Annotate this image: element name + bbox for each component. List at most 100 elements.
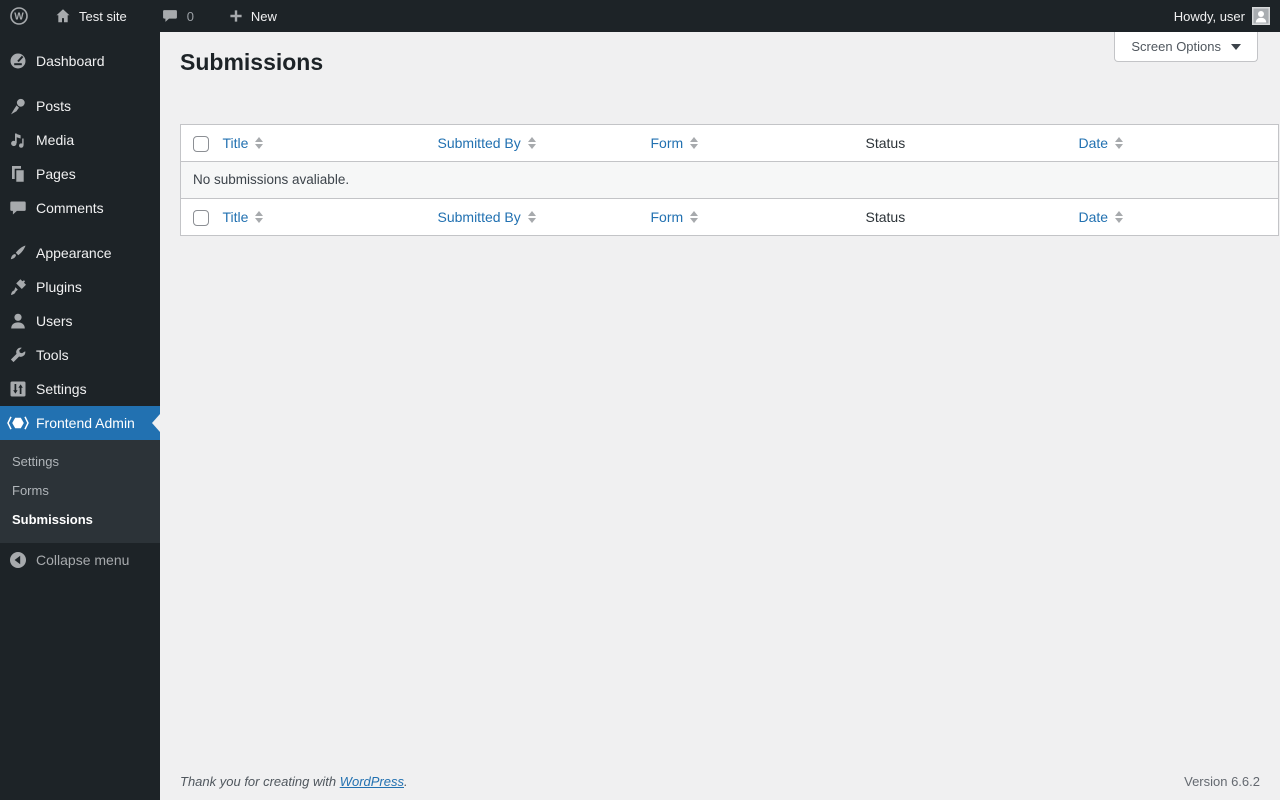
sidebar-item-posts[interactable]: Posts [0, 89, 160, 123]
table-footer-row: Title Submitted By Form Status Date [180, 198, 1279, 236]
admin-bar-left: W Test site 0 New [0, 0, 287, 32]
sort-arrows-icon [1115, 211, 1124, 223]
comment-count: 0 [186, 8, 194, 24]
plus-icon [228, 8, 244, 24]
sort-form-link[interactable]: Form [651, 207, 699, 227]
sort-submitted-by-link[interactable]: Submitted By [438, 133, 536, 153]
sidebar-item-dashboard[interactable]: Dashboard [0, 44, 160, 78]
wordpress-link[interactable]: WordPress [340, 774, 404, 789]
column-header-status: Status [856, 124, 1070, 162]
submenu-item-settings[interactable]: Settings [0, 447, 160, 476]
screen-options-button[interactable]: Screen Options [1114, 32, 1258, 62]
column-header-status: Status [856, 198, 1070, 236]
sidebar-item-label: Posts [36, 98, 72, 114]
sidebar-item-plugins[interactable]: Plugins [0, 270, 160, 304]
comment-bubble-icon [0, 198, 36, 218]
table-header-row: Title Submitted By Form Status Date [180, 124, 1279, 162]
sort-arrows-icon [527, 137, 536, 149]
site-name-menu[interactable]: Test site [44, 0, 137, 32]
svg-text:W: W [14, 12, 24, 23]
home-icon [54, 7, 72, 25]
media-notes-icon [0, 130, 36, 150]
sort-arrows-icon [255, 137, 264, 149]
site-name-label: Test site [79, 8, 127, 24]
new-content-menu[interactable]: New [218, 0, 287, 32]
dropdown-arrow-icon [1231, 43, 1241, 50]
collapse-menu-button[interactable]: Collapse menu [0, 543, 160, 577]
sliders-icon [0, 379, 36, 399]
menu-separator [0, 78, 160, 89]
sort-form-link[interactable]: Form [651, 133, 699, 153]
sort-arrows-icon [255, 211, 264, 223]
sort-date-link[interactable]: Date [1079, 133, 1124, 153]
sidebar-item-media[interactable]: Media [0, 123, 160, 157]
collapse-menu-label: Collapse menu [36, 552, 130, 568]
wordpress-logo-menu[interactable]: W [0, 0, 38, 32]
admin-bar-right: Howdy, user [1164, 0, 1280, 32]
sidebar-item-label: Settings [36, 381, 87, 397]
sidebar-item-comments[interactable]: Comments [0, 191, 160, 225]
avatar [1252, 7, 1270, 25]
sidebar-item-pages[interactable]: Pages [0, 157, 160, 191]
sort-arrows-icon [1115, 137, 1124, 149]
wordpress-logo-icon: W [9, 6, 29, 26]
pages-icon [0, 164, 36, 184]
sidebar-item-label: Users [36, 313, 73, 329]
sort-arrows-icon [690, 211, 699, 223]
wrench-icon [0, 345, 36, 365]
admin-bar: W Test site 0 New Howdy, user [0, 0, 1280, 32]
comment-bubble-icon [161, 7, 179, 25]
sidebar-item-tools[interactable]: Tools [0, 338, 160, 372]
footer-thanks-text: Thank you for creating with WordPress. [180, 774, 408, 789]
sidebar-item-label: Frontend Admin [36, 415, 135, 431]
version-text: Version 6.6.2 [1184, 774, 1260, 789]
select-all-checkbox[interactable] [193, 210, 209, 227]
sidebar: Dashboard Posts Media Pages Comments App… [0, 32, 160, 800]
column-header-title: Title [213, 198, 429, 236]
column-header-date: Date [1069, 124, 1279, 162]
main-content: Screen Options Submissions Title Submitt… [160, 32, 1280, 800]
empty-message: No submissions avaliable. [180, 161, 1279, 199]
hexagon-brackets-icon [0, 413, 36, 433]
sort-arrows-icon [690, 137, 699, 149]
column-header-submitted-by: Submitted By [428, 198, 642, 236]
column-header-date: Date [1069, 198, 1279, 236]
user-icon [0, 311, 36, 331]
sidebar-item-label: Media [36, 132, 75, 148]
submenu-item-forms[interactable]: Forms [0, 476, 160, 505]
pin-icon [0, 96, 36, 116]
sidebar-item-label: Plugins [36, 279, 82, 295]
admin-footer: Thank you for creating with WordPress. V… [180, 774, 1260, 789]
sidebar-item-appearance[interactable]: Appearance [0, 236, 160, 270]
sidebar-item-label: Tools [36, 347, 69, 363]
menu-separator [0, 225, 160, 236]
sidebar-item-label: Appearance [36, 245, 112, 261]
sidebar-item-frontend-admin[interactable]: Frontend Admin [0, 406, 160, 440]
admin-menu: Dashboard Posts Media Pages Comments App… [0, 32, 160, 577]
user-account-menu[interactable]: Howdy, user [1164, 0, 1280, 32]
sidebar-item-settings[interactable]: Settings [0, 372, 160, 406]
column-header-submitted-by: Submitted By [428, 124, 642, 162]
sort-arrows-icon [527, 211, 536, 223]
submenu-item-submissions[interactable]: Submissions [0, 505, 160, 534]
sort-date-link[interactable]: Date [1079, 207, 1124, 227]
collapse-arrow-icon [0, 550, 36, 570]
new-label: New [250, 8, 277, 24]
sort-title-link[interactable]: Title [223, 133, 264, 153]
empty-message-row: No submissions avaliable. [180, 161, 1279, 199]
sort-title-link[interactable]: Title [223, 207, 264, 227]
howdy-label: Howdy, user [1173, 8, 1245, 24]
dashboard-icon [0, 51, 36, 71]
select-all-cell [180, 124, 214, 162]
sidebar-item-label: Pages [36, 166, 76, 182]
submissions-table: Title Submitted By Form Status Date No s… [180, 124, 1279, 236]
sort-submitted-by-link[interactable]: Submitted By [438, 207, 536, 227]
comments-menu[interactable]: 0 [151, 0, 204, 32]
select-all-checkbox[interactable] [193, 136, 209, 153]
screen-options-label: Screen Options [1131, 39, 1221, 54]
sidebar-item-label: Dashboard [36, 53, 105, 69]
column-header-title: Title [213, 124, 429, 162]
paintbrush-icon [0, 243, 36, 263]
column-header-form: Form [641, 124, 857, 162]
sidebar-item-users[interactable]: Users [0, 304, 160, 338]
